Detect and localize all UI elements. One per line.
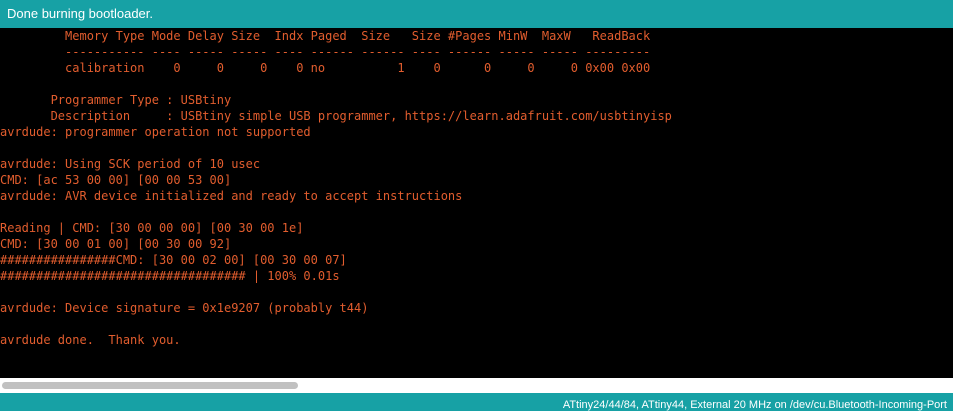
console-line: Description : USBtiny simple USB program… [0,109,672,123]
console-line: avrdude: programmer operation not suppor… [0,125,311,139]
console-line: CMD: [ac 53 00 00] [00 00 53 00] [0,173,232,187]
console-line: avrdude: Device signature = 0x1e9207 (pr… [0,301,369,315]
console-line: CMD: [30 00 01 00] [00 30 00 92] [0,237,232,251]
scrollbar-thumb[interactable] [2,382,298,389]
console-lines: Memory Type Mode Delay Size Indx Paged S… [0,28,672,364]
console-line: calibration 0 0 0 0 no 1 0 0 0 0 0x00 0x… [0,61,651,75]
status-message: Done burning bootloader. [7,6,154,21]
console-line: avrdude done. Thank you. [0,333,181,347]
console-output[interactable]: Memory Type Mode Delay Size Indx Paged S… [0,28,953,378]
status-header: Done burning bootloader. [0,0,953,28]
console-line: ################CMD: [30 00 02 00] [00 3… [0,253,347,267]
horizontal-scrollbar[interactable] [0,378,953,393]
console-line: avrdude: Using SCK period of 10 usec [0,157,261,171]
console-line: Programmer Type : USBtiny [0,93,232,107]
console-line: Reading | CMD: [30 00 00 00] [00 30 00 1… [0,221,304,235]
console-line: ################################## | 100… [0,269,340,283]
console-line: ----------- ---- ----- ----- ---- ------… [0,45,651,59]
board-info: ATtiny24/44/84, ATtiny44, External 20 MH… [562,399,947,411]
board-status-bar: ATtiny24/44/84, ATtiny44, External 20 MH… [0,393,953,411]
console-line: Memory Type Mode Delay Size Indx Paged S… [0,29,651,43]
console-line: avrdude: AVR device initialized and read… [0,189,463,203]
